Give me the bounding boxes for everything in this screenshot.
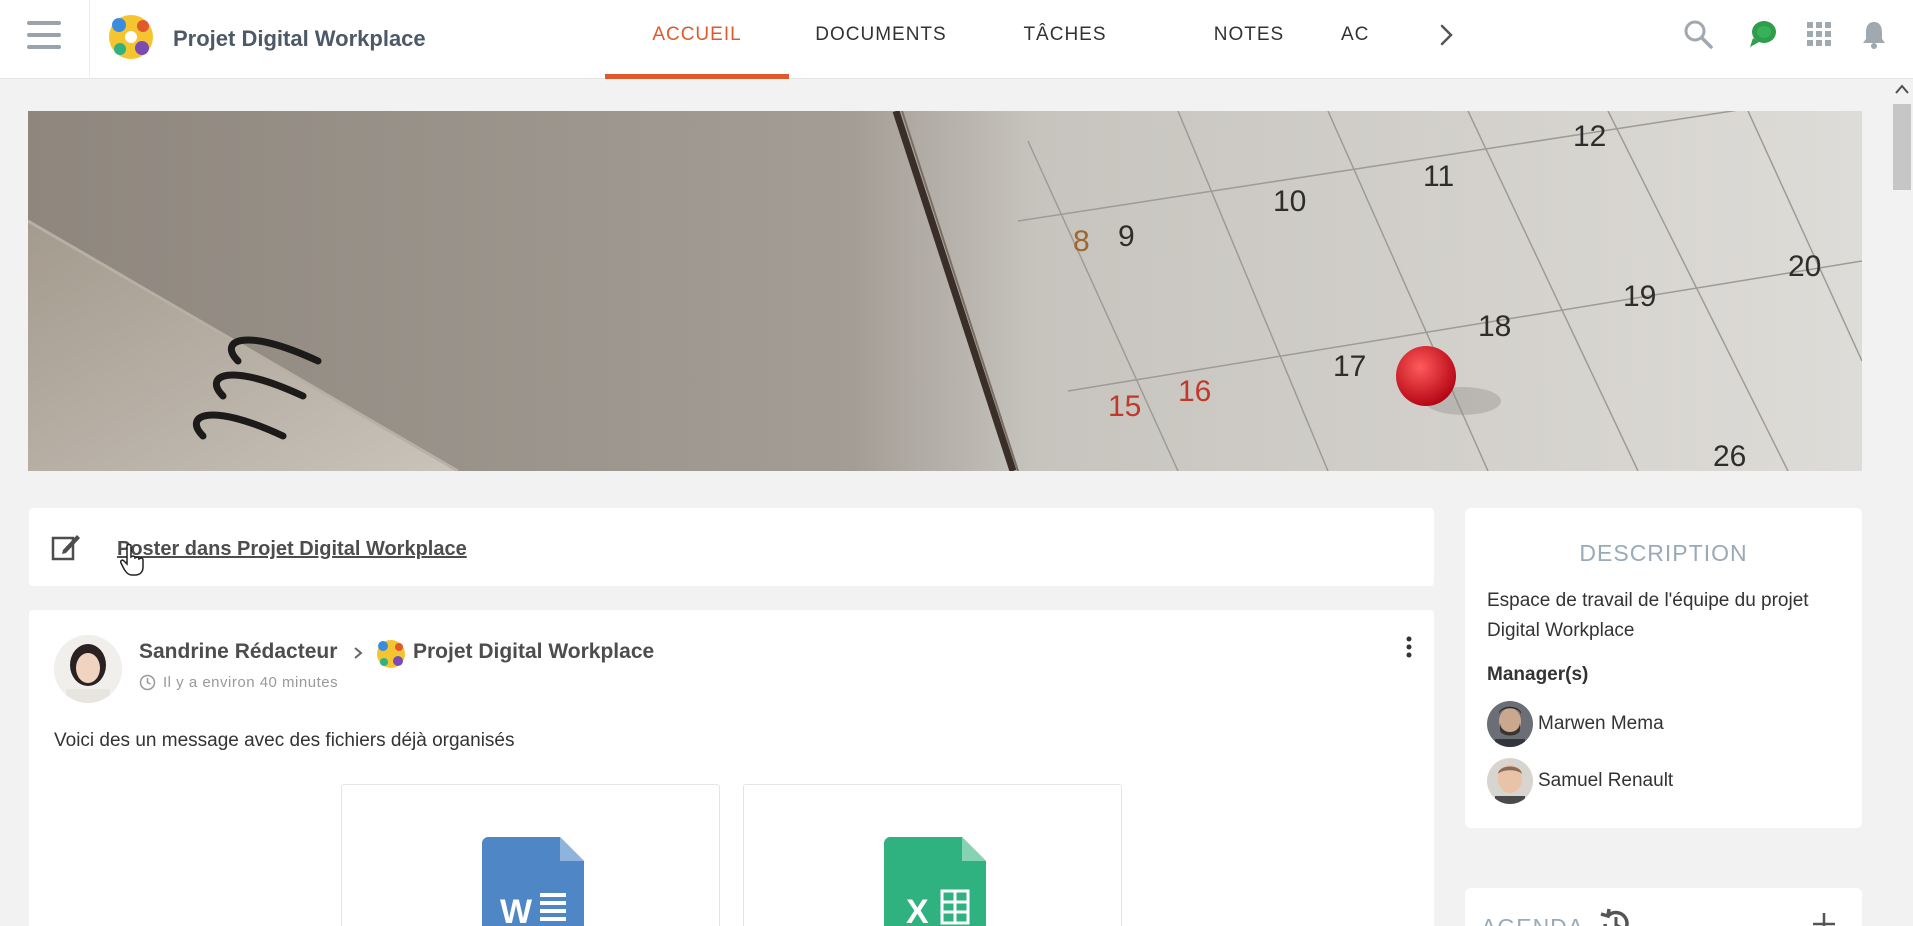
history-icon[interactable]: [1597, 906, 1633, 926]
edit-icon: [51, 535, 80, 561]
svg-text:X: X: [906, 893, 929, 926]
managers-label: Manager(s): [1487, 664, 1589, 685]
tab-notes[interactable]: NOTES: [1157, 0, 1341, 79]
attachment-word-card[interactable]: W: [341, 784, 720, 926]
clock-icon: [139, 674, 156, 691]
tab-documents[interactable]: DOCUMENTS: [789, 0, 973, 79]
word-document-icon: W: [482, 837, 584, 926]
tab-truncated[interactable]: AC: [1341, 0, 1377, 79]
author-avatar[interactable]: [54, 635, 122, 703]
post-timestamp[interactable]: Il y a environ 40 minutes: [163, 674, 338, 691]
svg-text:16: 16: [1178, 375, 1211, 408]
avatar: [1487, 701, 1533, 747]
excel-spreadsheet-icon: X: [884, 837, 986, 926]
scrollbar-track[interactable]: [1892, 79, 1913, 926]
post-in-space-link[interactable]: Poster dans Projet Digital Workplace: [117, 538, 467, 561]
svg-text:15: 15: [1108, 390, 1141, 423]
space-banner-image: 8 9 10 11 12 15 16 17 18 19 20 26: [28, 111, 1862, 471]
avatar: [1487, 758, 1533, 804]
agenda-card: AGENDA: [1465, 888, 1862, 926]
search-icon[interactable]: [1682, 18, 1714, 50]
add-icon[interactable]: [1810, 910, 1838, 926]
more-options-icon[interactable]: [1399, 634, 1419, 660]
chat-icon[interactable]: [1747, 18, 1779, 50]
post-author-name[interactable]: Sandrine Rédacteur: [139, 640, 337, 664]
space-navigation: ACCUEIL DOCUMENTS TÂCHES NOTES AC: [605, 0, 1377, 79]
scroll-up-icon[interactable]: [1894, 82, 1910, 96]
chevron-right-icon[interactable]: [1433, 22, 1459, 48]
menu-icon[interactable]: [27, 21, 61, 50]
space-logo-icon[interactable]: [107, 13, 155, 61]
manager-item[interactable]: Marwen Mema: [1487, 701, 1664, 747]
manager-name: Samuel Renault: [1538, 770, 1674, 791]
space-logo-icon: [377, 640, 405, 668]
svg-text:10: 10: [1273, 185, 1306, 218]
apps-grid-icon[interactable]: [1803, 18, 1835, 50]
svg-text:19: 19: [1623, 280, 1656, 313]
svg-text:17: 17: [1333, 350, 1366, 383]
post-composer[interactable]: Poster dans Projet Digital Workplace: [29, 508, 1434, 586]
agenda-title: AGENDA: [1481, 914, 1584, 926]
calendar-photo: 8 9 10 11 12 15 16 17 18 19 20 26: [28, 111, 1862, 471]
chevron-right-icon: [354, 647, 363, 659]
description-title: DESCRIPTION: [1579, 540, 1748, 566]
svg-text:20: 20: [1788, 250, 1821, 283]
top-bar: Projet Digital Workplace ACCUEIL DOCUMEN…: [0, 0, 1913, 79]
activity-post: Sandrine Rédacteur Projet Digital Workpl…: [29, 610, 1434, 926]
space-description-card: DESCRIPTION Espace de travail de l'équip…: [1465, 508, 1862, 828]
description-text: Espace de travail de l'équipe du projet …: [1487, 590, 1809, 641]
post-message: Voici des un message avec des fichiers d…: [54, 730, 515, 751]
svg-text:8: 8: [1073, 225, 1090, 258]
svg-text:W: W: [500, 893, 533, 926]
svg-text:12: 12: [1573, 120, 1606, 153]
svg-text:9: 9: [1118, 220, 1135, 253]
svg-text:18: 18: [1478, 310, 1511, 343]
pointer-cursor-icon: [120, 543, 144, 576]
svg-text:26: 26: [1713, 440, 1746, 471]
post-space-name[interactable]: Projet Digital Workplace: [413, 640, 654, 664]
manager-item[interactable]: Samuel Renault: [1487, 758, 1673, 804]
notification-bell-icon[interactable]: [1858, 18, 1890, 50]
divider: [89, 0, 90, 79]
tab-taches[interactable]: TÂCHES: [973, 0, 1157, 79]
space-title[interactable]: Projet Digital Workplace: [173, 26, 426, 52]
manager-name: Marwen Mema: [1538, 713, 1664, 734]
attachment-excel-card[interactable]: X: [743, 784, 1122, 926]
svg-text:11: 11: [1423, 160, 1454, 193]
scrollbar-thumb[interactable]: [1893, 104, 1911, 190]
tab-accueil[interactable]: ACCUEIL: [605, 0, 789, 79]
